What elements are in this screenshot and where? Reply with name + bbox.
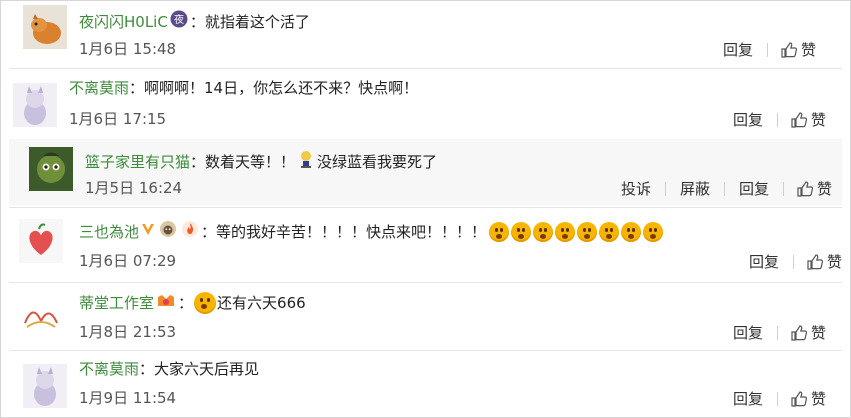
comment-time: 1月5日 16:24 xyxy=(85,179,183,197)
avatar[interactable] xyxy=(23,364,67,408)
comment-content: 蒂堂工作室 ： 还有六天666 xyxy=(79,292,306,314)
username-link[interactable]: 篮子家里有只猫 xyxy=(85,152,190,172)
comment-item: 夜闪闪H0LiC 夜 ：就指着这个活了 1月6日 15:48 回复 赞 xyxy=(1,1,850,68)
comment-item: 篮子家里有只猫 ：数着天等！！ 没绿蓝看我要死了 1月5日 16:24 投诉 屏… xyxy=(1,139,850,205)
comment-item: 蒂堂工作室 ： 还有六天666 1月8日 21:53 回复 赞 xyxy=(1,283,850,350)
comment-text: ： xyxy=(178,294,194,312)
like-button[interactable]: 赞 xyxy=(796,178,832,199)
comment-text-2: 没绿蓝看我要死了 xyxy=(317,152,438,171)
comment-time: 1月8日 21:53 xyxy=(79,323,177,341)
reply-button[interactable]: 回复 xyxy=(721,39,755,60)
comment-text: ：大家六天后再见 xyxy=(139,360,260,378)
reply-button[interactable]: 回复 xyxy=(731,388,765,409)
emoji-icon xyxy=(533,221,554,242)
divider xyxy=(776,391,778,406)
comment-text: ：数着天等！！ xyxy=(190,152,296,171)
divider xyxy=(766,42,768,57)
idol-badge-icon xyxy=(156,293,176,314)
comment-actions: 回复 赞 xyxy=(721,39,816,60)
divider xyxy=(723,181,725,196)
avatar[interactable] xyxy=(19,293,63,337)
svg-text:夜: 夜 xyxy=(174,13,184,26)
reply-button[interactable]: 回复 xyxy=(747,251,781,272)
like-button[interactable]: 赞 xyxy=(780,39,816,60)
avatar[interactable] xyxy=(23,5,67,49)
trophy-emoji-icon xyxy=(297,149,315,174)
emoji-icon xyxy=(489,221,510,242)
comment-text: ：等的我好辛苦！！！！快点来吧！！！！ xyxy=(201,222,487,241)
comment-actions: 回复 赞 xyxy=(731,322,826,343)
like-label: 赞 xyxy=(826,253,842,271)
avatar[interactable] xyxy=(29,147,73,191)
comment-actions: 回复 赞 xyxy=(731,388,826,409)
comment-item: 不离莫雨 ：啊啊啊！14日，你怎么还不来？快点啊！ 1月6日 17:15 回复 … xyxy=(1,69,850,139)
like-button[interactable]: 赞 xyxy=(790,388,826,409)
comment-item: 不离莫雨 ：大家六天后再见 1月9日 11:54 回复 赞 xyxy=(1,351,850,417)
comment-content: 夜闪闪H0LiC 夜 ：就指着这个活了 xyxy=(79,10,310,33)
comment-content: 不离莫雨 ：大家六天后再见 xyxy=(79,359,259,379)
like-label: 赞 xyxy=(800,41,816,59)
comment-actions: 投诉 屏蔽 回复 赞 xyxy=(619,178,832,199)
divider xyxy=(792,254,794,269)
like-label: 赞 xyxy=(810,390,826,408)
comment-list-frame: 夜闪闪H0LiC 夜 ：就指着这个活了 1月6日 15:48 回复 赞 不离莫雨… xyxy=(0,0,851,418)
reply-button[interactable]: 回复 xyxy=(731,322,765,343)
emoji-icon xyxy=(599,221,620,242)
reply-button[interactable]: 回复 xyxy=(737,178,771,199)
comment-item: 三也為池 ：等的我好辛苦！！！！快点来吧！！！！ 1月6日 07:29 回复 赞 xyxy=(1,208,850,281)
avatar[interactable] xyxy=(13,83,57,127)
divider xyxy=(782,181,784,196)
emoji-icon xyxy=(194,292,217,314)
comment-time: 1月6日 15:48 xyxy=(79,40,177,58)
like-label: 赞 xyxy=(810,111,826,129)
comment-actions: 回复 赞 xyxy=(747,251,842,272)
sheep-badge-icon xyxy=(159,220,177,243)
username-link[interactable]: 蒂堂工作室 xyxy=(79,293,154,313)
comment-text: ：啊啊啊！14日，你怎么还不来？快点啊！ xyxy=(129,79,419,97)
emoji-icon xyxy=(555,221,576,242)
comment-time: 1月6日 17:15 xyxy=(69,110,167,128)
emoji-icon xyxy=(511,221,532,242)
username-link[interactable]: 不离莫雨 xyxy=(69,78,129,98)
thumbs-up-icon xyxy=(781,41,798,58)
like-button[interactable]: 赞 xyxy=(806,251,842,272)
divider xyxy=(664,181,666,196)
comment-actions: 回复 赞 xyxy=(731,109,826,130)
like-button[interactable]: 赞 xyxy=(790,109,826,130)
member-badge-icon: 夜 xyxy=(170,10,188,33)
emoji-group xyxy=(488,221,664,242)
divider xyxy=(776,112,778,127)
comment-text: ：就指着这个活了 xyxy=(189,12,310,31)
thumbs-up-icon xyxy=(791,111,808,128)
comment-content: 不离莫雨 ：啊啊啊！14日，你怎么还不来？快点啊！ xyxy=(69,78,418,98)
thumbs-up-icon xyxy=(791,390,808,407)
reply-button[interactable]: 回复 xyxy=(731,109,765,130)
report-button[interactable]: 投诉 xyxy=(619,178,653,199)
thumbs-up-icon xyxy=(807,253,824,270)
like-label: 赞 xyxy=(816,180,832,198)
comment-content: 篮子家里有只猫 ：数着天等！！ 没绿蓝看我要死了 xyxy=(85,149,437,174)
block-button[interactable]: 屏蔽 xyxy=(678,178,712,199)
avatar[interactable] xyxy=(19,219,63,263)
thumbs-up-icon xyxy=(797,180,814,197)
comment-text-2: 还有六天666 xyxy=(217,294,306,312)
emoji-icon xyxy=(621,221,642,242)
username-link[interactable]: 夜闪闪H0LiC xyxy=(79,12,168,32)
emoji-icon xyxy=(643,221,664,242)
vip-v-icon xyxy=(141,221,155,242)
comment-time: 1月9日 11:54 xyxy=(79,389,177,407)
like-label: 赞 xyxy=(810,324,826,342)
username-link[interactable]: 三也為池 xyxy=(79,222,139,242)
comment-content: 三也為池 ：等的我好辛苦！！！！快点来吧！！！！ xyxy=(79,220,664,243)
username-link[interactable]: 不离莫雨 xyxy=(79,359,139,379)
divider xyxy=(776,325,778,340)
comment-time: 1月6日 07:29 xyxy=(79,252,177,270)
flame-badge-icon xyxy=(181,220,199,243)
thumbs-up-icon xyxy=(791,324,808,341)
like-button[interactable]: 赞 xyxy=(790,322,826,343)
emoji-icon xyxy=(577,221,598,242)
